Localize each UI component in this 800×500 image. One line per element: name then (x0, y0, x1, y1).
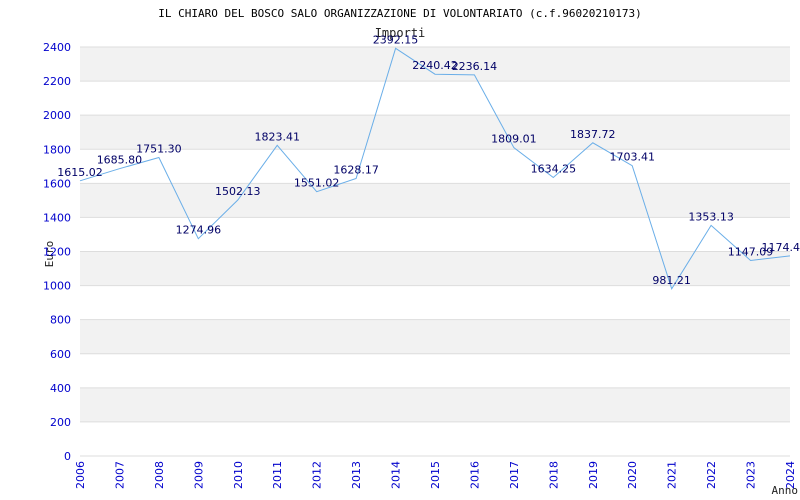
background-band (80, 183, 790, 218)
y-axis-ticks: 0 200 400 600 800 1000 1200 1400 1600 1800 2000 220… (43, 41, 71, 463)
y-tick-label: 2400 (43, 41, 71, 54)
background-band (80, 115, 790, 150)
x-tick-label: 2008 (153, 461, 166, 489)
x-tick-label: 2015 (429, 461, 442, 489)
data-label: 1823.41 (254, 130, 300, 143)
x-axis-ticks: 2006 2007 2008 2009 2010 2011 2012 2013 2014 2015… (74, 461, 797, 489)
y-tick-label: 800 (50, 314, 71, 327)
data-label: 2392.15 (373, 33, 419, 46)
x-tick-label: 2023 (745, 461, 758, 489)
x-tick-label: 2012 (311, 461, 324, 489)
y-tick-label: 600 (50, 348, 71, 361)
data-label: 1751.30 (136, 143, 182, 156)
data-label: 1274.96 (176, 224, 222, 237)
x-tick-label: 2007 (113, 461, 126, 489)
y-tick-label: 2000 (43, 109, 71, 122)
background-band (80, 319, 790, 354)
y-tick-label: 1000 (43, 280, 71, 293)
y-tick-label: 1400 (43, 211, 71, 224)
x-tick-label: 2014 (390, 461, 403, 489)
data-label: 1353.13 (688, 210, 734, 223)
y-tick-label: 1800 (43, 143, 71, 156)
background-band (80, 387, 790, 422)
x-tick-label: 2016 (468, 461, 481, 489)
y-tick-label: 2200 (43, 75, 71, 88)
data-label: 1703.41 (609, 151, 655, 164)
y-tick-label: 200 (50, 416, 71, 429)
x-tick-label: 2017 (508, 461, 521, 489)
x-tick-label: 2011 (271, 461, 284, 489)
x-tick-label: 2009 (192, 461, 205, 489)
data-label: 1809.01 (491, 133, 537, 146)
data-label: 1634.25 (531, 162, 577, 175)
x-tick-label: 2019 (587, 461, 600, 489)
data-label: 1628.17 (333, 164, 379, 177)
y-tick-label: 1200 (43, 246, 71, 259)
data-label: 1615.02 (57, 166, 103, 179)
data-label: 1174.4 (762, 241, 800, 254)
line-chart: IL CHIARO DEL BOSCO SALO ORGANIZZAZIONE … (43, 7, 800, 497)
x-tick-label: 2010 (232, 461, 245, 489)
x-tick-label: 2018 (547, 461, 560, 489)
x-tick-label: 2022 (705, 461, 718, 489)
data-label: 1837.72 (570, 128, 616, 141)
data-label: 1551.02 (294, 177, 340, 190)
x-tick-label: 2021 (666, 461, 679, 489)
chart-title: IL CHIARO DEL BOSCO SALO ORGANIZZAZIONE … (158, 7, 641, 20)
x-tick-label: 2013 (350, 461, 363, 489)
y-tick-label: 0 (64, 450, 71, 463)
x-tick-label: 2006 (74, 461, 87, 489)
data-label: 981.21 (652, 274, 691, 287)
data-label: 2236.14 (452, 60, 498, 73)
data-label: 1685.80 (97, 154, 143, 167)
x-tick-label: 2024 (784, 461, 797, 489)
data-label: 1502.13 (215, 185, 261, 198)
y-tick-label: 400 (50, 382, 71, 395)
x-tick-label: 2020 (626, 461, 639, 489)
y-tick-label: 1600 (43, 177, 71, 190)
